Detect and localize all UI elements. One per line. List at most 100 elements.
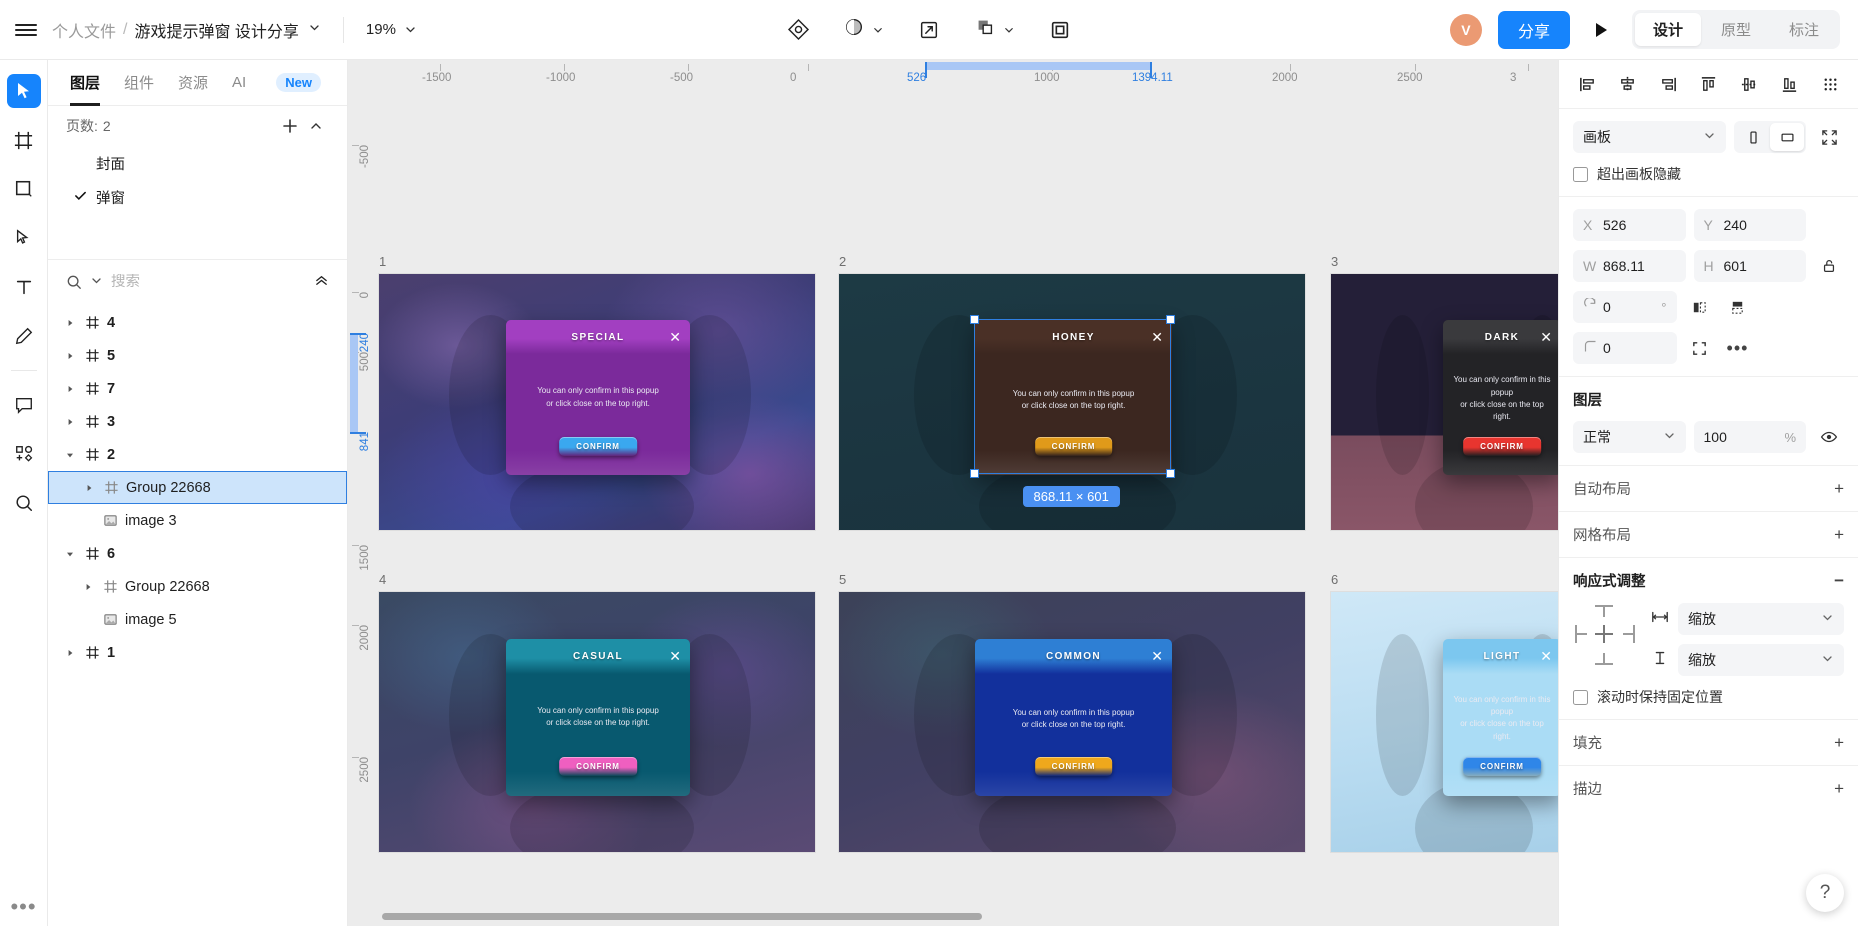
opacity-field[interactable]: % bbox=[1693, 421, 1806, 453]
autolayout-add-button[interactable]: + bbox=[1834, 480, 1844, 497]
fixed-on-scroll-checkbox[interactable]: 滚动时保持固定位置 bbox=[1573, 687, 1844, 707]
tab-components[interactable]: 组件 bbox=[124, 60, 154, 106]
x-field[interactable]: X bbox=[1573, 209, 1686, 241]
rotation-field[interactable]: ° bbox=[1573, 291, 1677, 323]
component-tool[interactable] bbox=[7, 437, 41, 471]
gridlayout-add-button[interactable]: + bbox=[1834, 526, 1844, 543]
game-popup[interactable]: HONEY ✕ You can only confirm in this pop… bbox=[975, 320, 1172, 475]
artboard-label[interactable]: 4 bbox=[379, 572, 386, 587]
tab-annotation[interactable]: 标注 bbox=[1771, 13, 1837, 46]
new-badge[interactable]: New bbox=[276, 73, 321, 92]
pencil-tool[interactable] bbox=[7, 319, 41, 353]
artboard[interactable]: 2 HONEY ✕ You can only confirm in this p… bbox=[838, 254, 1306, 531]
align-center-v-icon[interactable] bbox=[1735, 70, 1763, 98]
contrast-tool[interactable] bbox=[843, 16, 884, 43]
more-tools-icon[interactable]: ••• bbox=[10, 896, 36, 918]
confirm-button[interactable]: CONFIRM bbox=[559, 757, 637, 777]
portrait-icon[interactable] bbox=[1736, 123, 1770, 151]
layer-item[interactable]: 6 bbox=[48, 537, 347, 570]
constraints-anchor[interactable] bbox=[1573, 603, 1637, 667]
vertical-resize-select[interactable]: 缩放 bbox=[1678, 644, 1844, 676]
layer-twisty-icon[interactable] bbox=[81, 484, 97, 492]
confirm-button[interactable]: CONFIRM bbox=[1034, 757, 1113, 777]
game-popup[interactable]: DARK ✕ You can only confirm in this popu… bbox=[1443, 320, 1558, 475]
target-icon[interactable] bbox=[783, 15, 813, 45]
breadcrumb-chevron-down-icon[interactable] bbox=[308, 21, 321, 39]
chevron-down-icon[interactable] bbox=[90, 274, 103, 290]
artboard[interactable]: 3 DARK ✕ You can only confirm in this po… bbox=[1330, 254, 1558, 531]
close-icon[interactable]: ✕ bbox=[669, 330, 681, 344]
layer-twisty-icon[interactable] bbox=[62, 550, 78, 558]
frame-icon[interactable] bbox=[1045, 15, 1075, 45]
rectangle-tool[interactable] bbox=[7, 172, 41, 206]
pen-tool[interactable] bbox=[7, 221, 41, 255]
plus-icon[interactable] bbox=[277, 113, 303, 139]
responsive-collapse-button[interactable]: − bbox=[1834, 572, 1844, 589]
w-input[interactable] bbox=[1603, 258, 1676, 274]
scrollbar-thumb[interactable] bbox=[382, 913, 982, 920]
play-icon[interactable] bbox=[1586, 15, 1616, 45]
page-item-cover[interactable]: 封面 bbox=[48, 146, 347, 180]
close-icon[interactable]: ✕ bbox=[669, 649, 681, 663]
align-center-h-icon[interactable] bbox=[1614, 70, 1642, 98]
flip-vertical-icon[interactable] bbox=[1723, 292, 1753, 322]
page-item-popup[interactable]: 弹窗 bbox=[48, 180, 347, 214]
opacity-input[interactable] bbox=[1703, 429, 1777, 445]
layer-twisty-icon[interactable] bbox=[62, 451, 78, 459]
confirm-button[interactable]: CONFIRM bbox=[1463, 757, 1541, 777]
tab-prototype[interactable]: 原型 bbox=[1703, 13, 1769, 46]
fill-add-button[interactable]: + bbox=[1834, 734, 1844, 751]
text-tool[interactable] bbox=[7, 270, 41, 304]
artboard[interactable]: 5 COMMON ✕ You can only confirm in this … bbox=[838, 572, 1306, 853]
corner-radius-input[interactable] bbox=[1603, 340, 1667, 356]
unlock-icon[interactable] bbox=[1814, 251, 1844, 281]
layer-twisty-icon[interactable] bbox=[62, 319, 78, 327]
rotation-input[interactable] bbox=[1603, 299, 1654, 315]
h-input[interactable] bbox=[1723, 258, 1796, 274]
zoom-tool[interactable] bbox=[7, 486, 41, 520]
layer-item[interactable]: 5 bbox=[48, 339, 347, 372]
comment-tool[interactable] bbox=[7, 388, 41, 422]
eye-icon[interactable] bbox=[1814, 422, 1844, 452]
horizontal-scrollbar[interactable] bbox=[382, 913, 1548, 920]
game-popup[interactable]: LIGHT ✕ You can only confirm in this pop… bbox=[1443, 639, 1558, 796]
corner-radius-field[interactable] bbox=[1573, 332, 1677, 364]
hamburger-icon[interactable] bbox=[0, 21, 52, 39]
fit-content-icon[interactable] bbox=[1814, 122, 1844, 152]
layer-twisty-icon[interactable] bbox=[62, 418, 78, 426]
align-left-icon[interactable] bbox=[1573, 70, 1601, 98]
artboard-type-select[interactable]: 画板 bbox=[1573, 121, 1726, 153]
close-icon[interactable]: ✕ bbox=[1151, 330, 1163, 344]
layer-item[interactable]: 1 bbox=[48, 636, 347, 669]
export-icon[interactable] bbox=[914, 15, 944, 45]
confirm-button[interactable]: CONFIRM bbox=[1463, 436, 1541, 456]
close-icon[interactable]: ✕ bbox=[1151, 649, 1163, 663]
h-field[interactable]: H bbox=[1693, 250, 1806, 282]
game-popup[interactable]: SPECIAL ✕ You can only confirm in this p… bbox=[506, 320, 690, 475]
stroke-add-button[interactable]: + bbox=[1834, 780, 1844, 797]
layer-item[interactable]: image 3 bbox=[48, 504, 347, 537]
clip-content-checkbox[interactable]: 超出画板隐藏 bbox=[1573, 164, 1844, 184]
canvas[interactable]: 1 SPECIAL ✕ You can only confirm in this… bbox=[348, 60, 1558, 926]
layer-item[interactable]: 7 bbox=[48, 372, 347, 405]
boolean-tool[interactable] bbox=[974, 16, 1015, 43]
blend-mode-select[interactable]: 正常 bbox=[1573, 421, 1686, 453]
share-button[interactable]: 分享 bbox=[1497, 10, 1570, 49]
artboard-label[interactable]: 5 bbox=[839, 572, 846, 587]
tab-ai[interactable]: AI bbox=[232, 60, 246, 106]
layer-twisty-icon[interactable] bbox=[80, 583, 96, 591]
align-right-icon[interactable] bbox=[1654, 70, 1682, 98]
more-options-icon[interactable]: ••• bbox=[1723, 333, 1753, 363]
layer-item[interactable]: 3 bbox=[48, 405, 347, 438]
tab-design[interactable]: 设计 bbox=[1634, 13, 1701, 46]
w-field[interactable]: W bbox=[1573, 250, 1686, 282]
horizontal-ruler[interactable]: -1500 -1000 -500 0 526 1000 1394.11 2000 2500 3 bbox=[348, 60, 1558, 90]
x-input[interactable] bbox=[1603, 217, 1676, 233]
artboard[interactable]: 1 SPECIAL ✕ You can only confirm in this… bbox=[378, 254, 816, 531]
cursor-tool[interactable] bbox=[6, 74, 41, 108]
collapse-all-icon[interactable] bbox=[314, 273, 329, 291]
y-input[interactable] bbox=[1723, 217, 1796, 233]
layer-item[interactable]: image 5 bbox=[48, 603, 347, 636]
tab-assets[interactable]: 资源 bbox=[178, 60, 208, 106]
confirm-button[interactable]: CONFIRM bbox=[1034, 436, 1113, 456]
